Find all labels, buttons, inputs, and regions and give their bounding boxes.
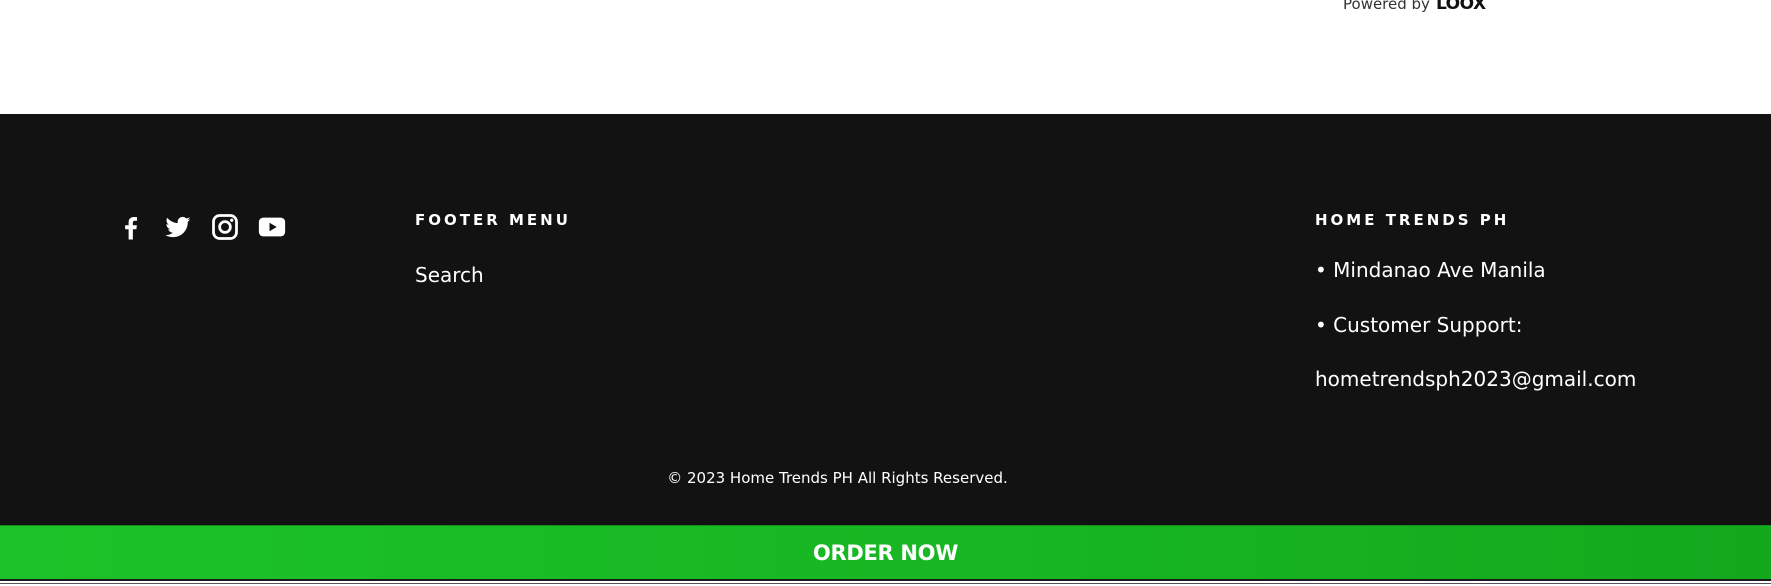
powered-by-text: Powered by (1343, 0, 1430, 13)
order-now-label: ORDER NOW (812, 541, 959, 565)
instagram-link[interactable] (210, 212, 240, 242)
loox-logo: LOOX (1435, 0, 1486, 14)
twitter-icon (165, 216, 191, 238)
store-info-heading: HOME TRENDS PH (1315, 211, 1510, 229)
site-footer: FOOTER MENU Search HOME TRENDS PH • Mind… (0, 114, 1771, 525)
page: Powered by LOOX FOOTER MENU Search HOME … (0, 0, 1771, 586)
order-now-button[interactable]: ORDER NOW (0, 525, 1771, 580)
customer-support-label: • Customer Support: (1315, 313, 1523, 337)
youtube-icon (258, 217, 286, 237)
youtube-link[interactable] (257, 212, 287, 242)
facebook-icon (125, 217, 137, 240)
instagram-icon (212, 214, 238, 240)
facebook-link[interactable] (116, 212, 146, 242)
support-email[interactable]: hometrendsph2023@gmail.com (1315, 367, 1636, 391)
twitter-link[interactable] (163, 212, 193, 242)
store-address: • Mindanao Ave Manila (1315, 258, 1546, 282)
copyright-text: © 2023 Home Trends PH All Rights Reserve… (667, 469, 1008, 487)
bottom-divider (0, 579, 1771, 586)
footer-link-search[interactable]: Search (415, 263, 484, 287)
powered-by-loox[interactable]: Powered by LOOX (1343, 0, 1486, 14)
social-links (116, 212, 287, 242)
footer-menu-heading: FOOTER MENU (415, 211, 571, 229)
